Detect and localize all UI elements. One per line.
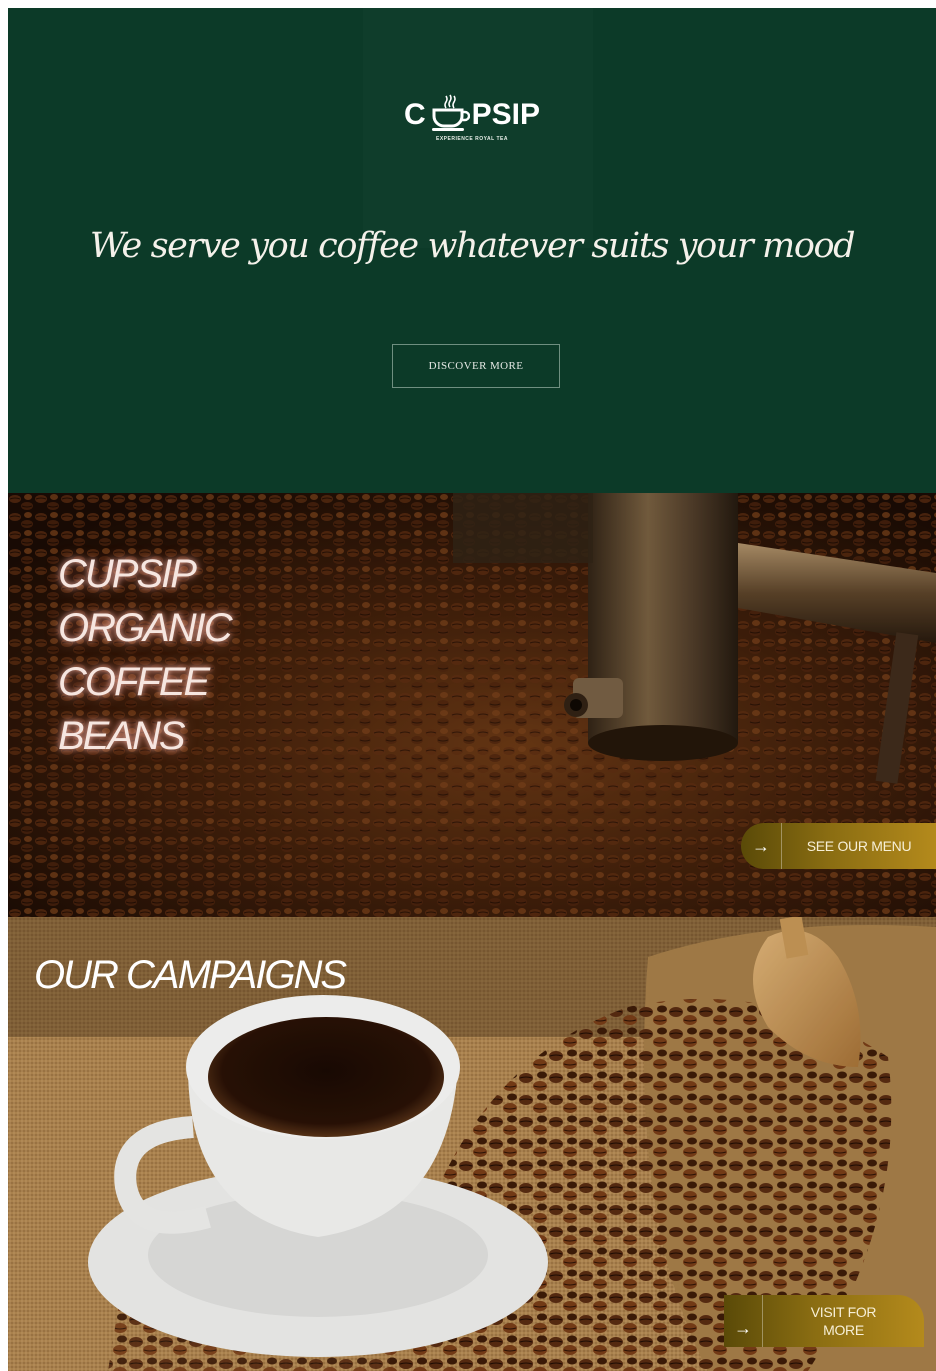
heading-line: CUPSIP	[58, 552, 197, 596]
hero-section: C PSIP EXPERIENCE ROYAL TEA We serve you…	[8, 8, 936, 493]
hero-headline: We serve you coffee whatever suits your …	[89, 226, 856, 266]
coffee-cup-icon	[431, 94, 470, 131]
campaigns-heading: OUR CAMPAIGNS	[34, 953, 347, 997]
heading-line: COFFEE	[58, 660, 210, 704]
organic-beans-section: CUPSIP ORGANIC COFFEE BEANS → SEE OUR ME…	[8, 493, 936, 917]
arrow-right-icon: →	[741, 823, 782, 869]
see-our-menu-button[interactable]: → SEE OUR MENU	[741, 823, 936, 869]
page-frame: C PSIP EXPERIENCE ROYAL TEA We serve you…	[8, 8, 936, 1371]
see-our-menu-label: SEE OUR MENU	[806, 838, 912, 854]
campaigns-section: OUR CAMPAIGNS → VISIT FOR MORE	[8, 917, 936, 1371]
visit-for-more-label: VISIT FOR MORE	[763, 1295, 924, 1347]
logo-letter-right: PSIP	[471, 98, 541, 131]
heading-line: BEANS	[58, 714, 186, 758]
arrow-right-icon: →	[724, 1295, 763, 1347]
heading-line: ORGANIC	[58, 606, 233, 650]
visit-label-line: VISIT FOR	[810, 1304, 877, 1320]
brand-tagline: EXPERIENCE ROYAL TEA	[436, 136, 508, 142]
brand-wordmark: C PSIP	[404, 94, 540, 132]
discover-more-button[interactable]: DISCOVER MORE	[392, 344, 560, 388]
logo-letter-left: C	[403, 98, 426, 131]
brand-logo[interactable]: C PSIP EXPERIENCE ROYAL TEA	[8, 94, 936, 142]
visit-label-line: MORE	[823, 1322, 864, 1338]
organic-beans-heading: CUPSIP ORGANIC COFFEE BEANS	[58, 547, 233, 763]
visit-for-more-button[interactable]: → VISIT FOR MORE	[724, 1295, 924, 1347]
